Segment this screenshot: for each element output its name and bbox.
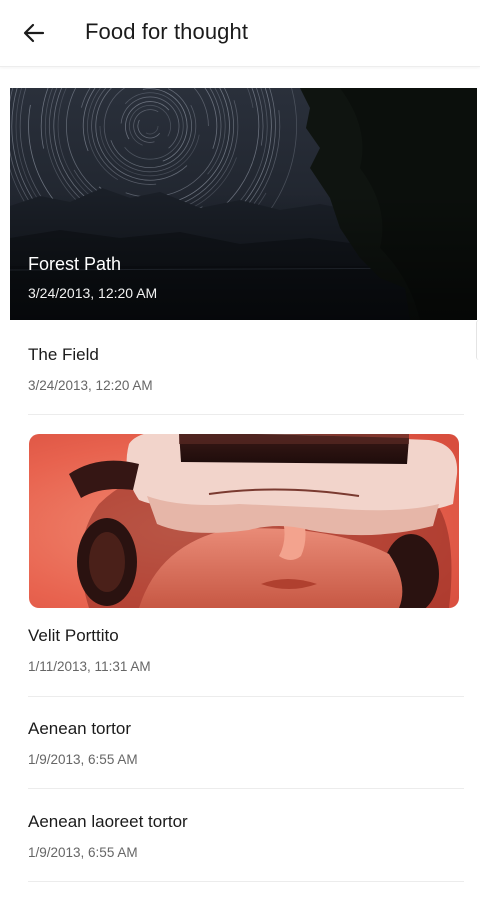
list-item[interactable]: Velit Porttito 1/11/2013, 11:31 AM — [28, 626, 464, 674]
list-item[interactable]: Aenean laoreet tortor 1/9/2013, 6:55 AM — [28, 812, 464, 860]
page-title: Food for thought — [85, 19, 249, 44]
list-item[interactable]: Aenean tortor 1/9/2013, 6:55 AM — [28, 719, 464, 767]
list-item[interactable]: The Field 3/24/2013, 12:20 AM — [28, 345, 464, 393]
article-title: Aenean laoreet tortor — [28, 812, 188, 831]
arrow-left-icon — [23, 23, 45, 43]
article-date: 1/9/2013, 6:55 AM — [28, 752, 138, 767]
divider — [28, 414, 464, 415]
app-header: Food for thought — [0, 0, 480, 67]
article-date: 3/24/2013, 12:20 AM — [28, 378, 153, 393]
article-title: Aenean tortor — [28, 719, 132, 738]
app-screen: Food for thought Forest Path 3/24/2013, … — [0, 0, 480, 900]
article-image[interactable] — [29, 434, 459, 608]
divider — [28, 881, 464, 882]
back-button[interactable] — [18, 17, 50, 49]
article-title: The Field — [28, 345, 99, 364]
article-date: 1/11/2013, 11:31 AM — [28, 659, 151, 674]
article-list[interactable]: Forest Path 3/24/2013, 12:20 AM The Fiel… — [0, 66, 480, 900]
article-title: Velit Porttito — [28, 626, 119, 645]
scroll-indicator — [476, 320, 480, 360]
vr-headset-image — [29, 434, 459, 608]
article-date: 1/9/2013, 6:55 AM — [28, 845, 138, 860]
featured-article-date: 3/24/2013, 12:20 AM — [28, 285, 158, 301]
divider — [28, 788, 464, 789]
featured-article-card[interactable]: Forest Path 3/24/2013, 12:20 AM — [10, 88, 477, 320]
divider — [28, 696, 464, 697]
featured-article-title: Forest Path — [28, 254, 122, 274]
